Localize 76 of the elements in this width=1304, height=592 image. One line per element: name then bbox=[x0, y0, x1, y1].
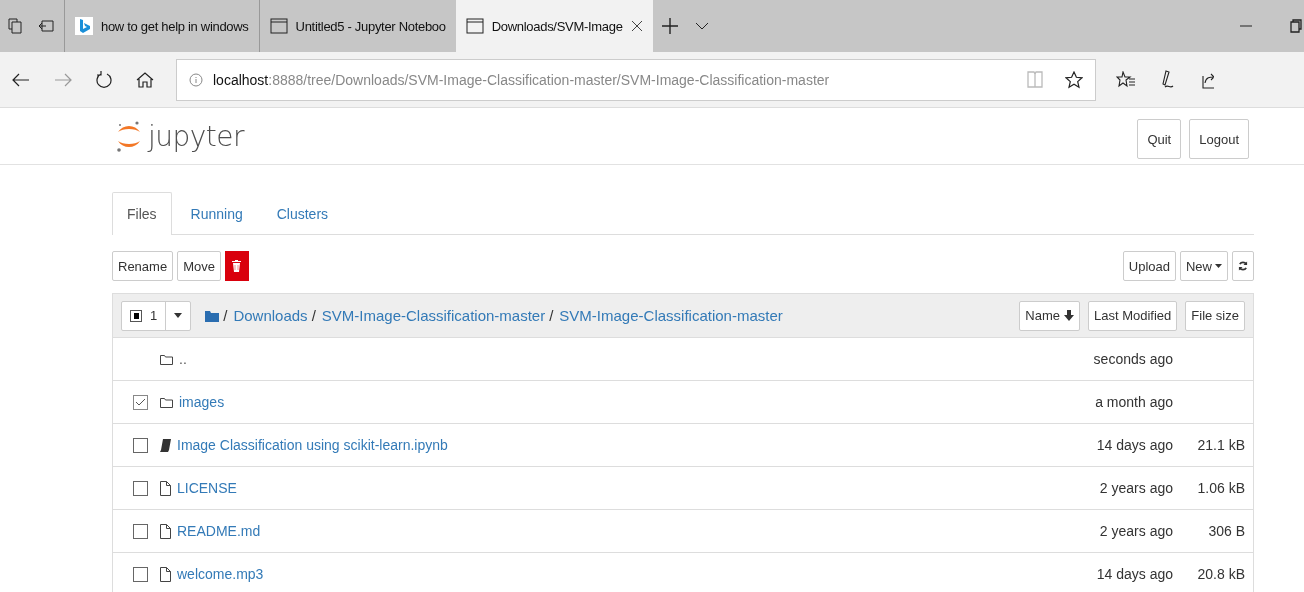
file-link[interactable]: images bbox=[179, 394, 225, 410]
file-icon bbox=[160, 523, 171, 539]
page-icon bbox=[465, 18, 484, 34]
forward-icon[interactable] bbox=[54, 72, 72, 87]
select-all-dropdown[interactable]: 1 bbox=[121, 300, 192, 331]
file-link[interactable]: .. bbox=[179, 351, 187, 367]
tabs-aside-icon[interactable] bbox=[38, 19, 54, 33]
modified-time: 2 years ago bbox=[1099, 523, 1173, 539]
browser-tab[interactable]: Downloads/SVM-Image bbox=[455, 0, 653, 52]
modified-time: 14 days ago bbox=[1096, 566, 1173, 582]
row-checkbox[interactable] bbox=[133, 566, 148, 582]
path-separator: / bbox=[223, 307, 228, 324]
new-button[interactable]: New bbox=[1180, 251, 1228, 281]
file-icon bbox=[160, 566, 171, 582]
logo-text: jupyter bbox=[148, 119, 245, 153]
row-checkbox[interactable] bbox=[133, 437, 148, 453]
file-link[interactable]: README.md bbox=[177, 523, 261, 539]
file-link[interactable]: LICENSE bbox=[177, 480, 237, 496]
jupyter-logo-icon bbox=[116, 119, 142, 153]
file-size: 306 B bbox=[1208, 523, 1245, 539]
tab-preview-icon[interactable] bbox=[8, 18, 22, 34]
action-button[interactable]: Move bbox=[177, 251, 221, 281]
check-icon bbox=[135, 397, 146, 407]
upload-button[interactable]: Upload bbox=[1122, 251, 1176, 281]
file-icon bbox=[160, 480, 171, 496]
favorites-icon[interactable] bbox=[1116, 70, 1136, 89]
header-button[interactable]: Logout bbox=[1189, 119, 1249, 159]
file-link[interactable]: Image Classification using scikit-learn.ipynb bbox=[177, 437, 448, 453]
folder-icon bbox=[205, 309, 220, 322]
action-button[interactable]: Rename bbox=[112, 251, 174, 281]
caret-icon bbox=[174, 313, 183, 318]
close-icon[interactable] bbox=[630, 20, 643, 32]
header-button[interactable]: Quit bbox=[1137, 119, 1182, 159]
refresh-icon[interactable] bbox=[96, 70, 112, 89]
delete-button[interactable] bbox=[224, 251, 249, 281]
file-size: 21.1 kB bbox=[1197, 437, 1245, 453]
refresh-button[interactable] bbox=[1232, 251, 1254, 281]
row-checkbox[interactable] bbox=[133, 523, 148, 539]
modified-time: 14 days ago bbox=[1096, 437, 1173, 453]
new-tab-icon[interactable] bbox=[660, 17, 679, 35]
tab[interactable]: Running bbox=[175, 192, 258, 234]
path-separator: / bbox=[549, 307, 554, 324]
star-icon[interactable] bbox=[1065, 70, 1083, 89]
back-icon[interactable] bbox=[12, 72, 30, 87]
breadcrumb-link[interactable]: Downloads bbox=[233, 307, 308, 324]
page-icon bbox=[269, 18, 288, 34]
restore-icon[interactable] bbox=[1290, 19, 1302, 33]
file-size: 20.8 kB bbox=[1197, 566, 1245, 582]
info-icon bbox=[189, 72, 203, 87]
caret-icon bbox=[1215, 264, 1222, 268]
modified-time: 2 years ago bbox=[1099, 480, 1173, 496]
breadcrumb-link[interactable]: SVM-Image-Classification-master bbox=[321, 307, 546, 324]
folder-icon bbox=[160, 353, 173, 365]
tab[interactable]: Files bbox=[112, 192, 172, 235]
sort-button[interactable]: Name bbox=[1019, 300, 1080, 331]
folder-icon bbox=[160, 396, 173, 408]
file-link[interactable]: welcome.mp3 bbox=[177, 566, 264, 582]
file-size: 1.06 kB bbox=[1197, 480, 1245, 496]
refresh-icon bbox=[1238, 260, 1248, 272]
row-checkbox[interactable] bbox=[133, 394, 148, 410]
select-all-checkbox[interactable] bbox=[130, 309, 142, 322]
sort-button[interactable]: Last Modified bbox=[1088, 300, 1178, 331]
chevron-down-icon[interactable] bbox=[694, 21, 709, 31]
home-icon[interactable] bbox=[136, 71, 154, 88]
breadcrumb-link[interactable]: SVM-Image-Classification-master bbox=[559, 307, 783, 324]
row-checkbox[interactable] bbox=[133, 480, 148, 496]
sort-arrow-icon bbox=[1064, 310, 1074, 321]
modified-time: seconds ago bbox=[1093, 351, 1173, 367]
bing-icon bbox=[75, 17, 93, 35]
path-separator: / bbox=[311, 307, 316, 324]
modified-time: a month ago bbox=[1095, 394, 1173, 410]
tab[interactable]: Clusters bbox=[261, 192, 344, 234]
address-field[interactable]: localhost:8888/tree/Downloads/SVM-Image-Classification-master/SVM-Image-Classification-master bbox=[176, 58, 1096, 101]
sort-button[interactable]: File size bbox=[1185, 300, 1245, 331]
notebook-icon bbox=[160, 438, 171, 452]
trash-icon bbox=[232, 260, 242, 272]
